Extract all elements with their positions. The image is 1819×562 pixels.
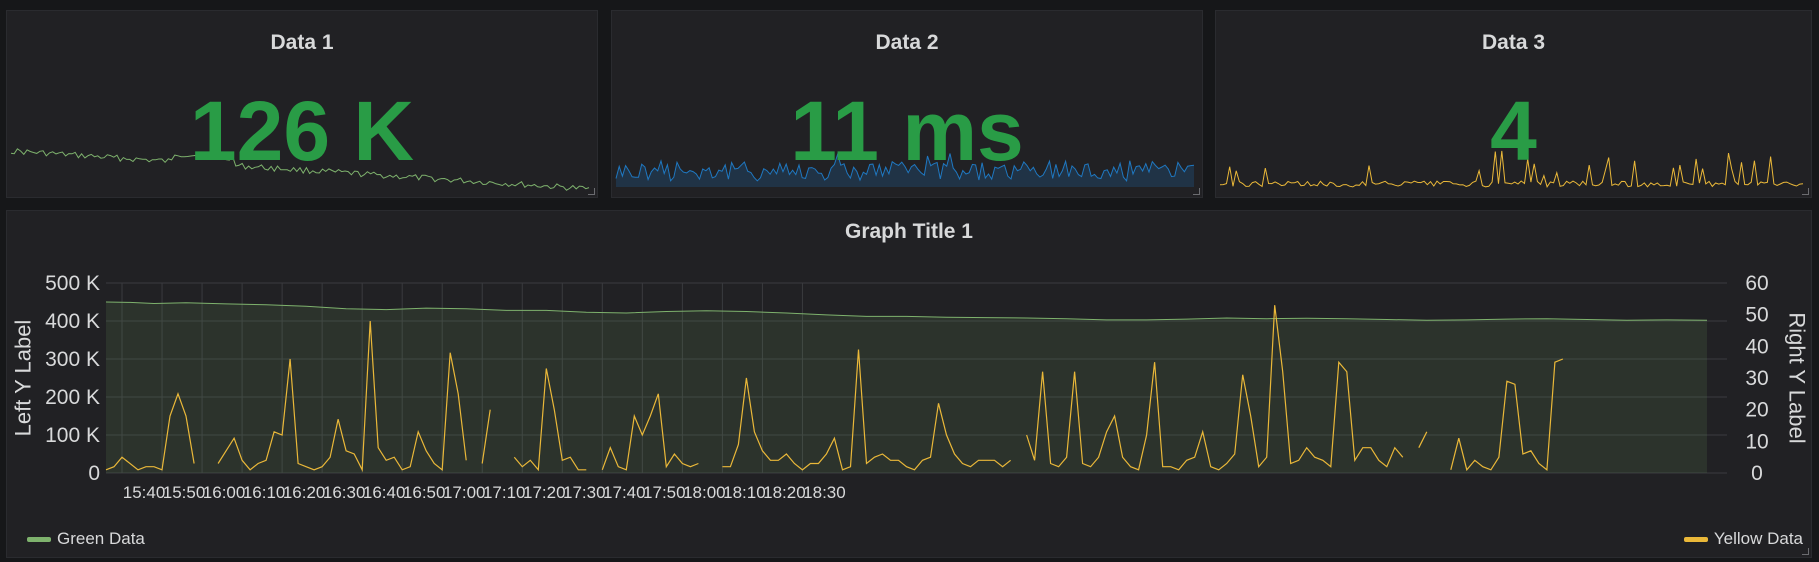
y-right-tick-label: 20 xyxy=(1745,399,1768,422)
x-tick-label: 16:20 xyxy=(283,483,326,502)
y-right-axis-label: Right Y Label xyxy=(1785,312,1810,443)
graph-panel[interactable]: Graph Title 1 0 100 K 200 K 300 K 400 K 500 K… xyxy=(6,210,1812,558)
x-tick-label: 18:00 xyxy=(683,483,726,502)
time-series-chart[interactable]: 0 100 K 200 K 300 K 400 K 500 K 0 10 20 30 40 50 60 1… xyxy=(7,211,1812,511)
x-tick-label: 17:10 xyxy=(483,483,526,502)
resize-handle[interactable] xyxy=(1802,548,1809,555)
y-left-axis-label: Left Y Label xyxy=(11,320,36,437)
y-right-tick-label: 50 xyxy=(1745,304,1768,327)
stat-value: 126 K xyxy=(189,84,415,178)
x-tick-label: 18:10 xyxy=(723,483,766,502)
y-left-tick-label: 500 K xyxy=(45,272,100,295)
legend-swatch xyxy=(27,536,51,542)
legend-item-yellow-data[interactable]: Yellow Data xyxy=(1683,529,1803,549)
x-tick-label: 15:40 xyxy=(123,483,166,502)
x-tick-label: 18:20 xyxy=(763,483,806,502)
legend-swatch xyxy=(1683,536,1708,542)
y-left-tick-label: 0 xyxy=(88,462,100,485)
stat-value: 4 xyxy=(1490,84,1537,178)
legend-item-green-data[interactable]: Green Data xyxy=(27,529,145,549)
x-tick-label: 15:50 xyxy=(163,483,206,502)
y-left-tick-label: 400 K xyxy=(45,310,100,333)
legend-label: Yellow Data xyxy=(1713,529,1803,548)
x-tick-label: 17:40 xyxy=(603,483,646,502)
y-right-tick-label: 10 xyxy=(1745,430,1768,453)
y-left-tick-label: 300 K xyxy=(45,348,100,371)
x-tick-label: 18:30 xyxy=(803,483,846,502)
stat-panel-data-2[interactable]: Data 2 11 ms xyxy=(611,10,1203,198)
x-tick-label: 17:50 xyxy=(643,483,686,502)
x-tick-label: 17:20 xyxy=(523,483,566,502)
x-tick-label: 16:30 xyxy=(323,483,366,502)
x-tick-label: 16:50 xyxy=(403,483,446,502)
x-tick-label: 17:00 xyxy=(443,483,486,502)
stat-panel-data-3[interactable]: Data 3 4 xyxy=(1215,10,1812,198)
y-right-tick-label: 60 xyxy=(1745,272,1768,295)
stat-panel-data-1[interactable]: Data 1 126 K xyxy=(6,10,598,198)
y-right-tick-label: 30 xyxy=(1745,367,1768,390)
y-right-tick-label: 0 xyxy=(1751,462,1763,485)
stat-value: 11 ms xyxy=(790,84,1024,178)
y-left-tick-label: 100 K xyxy=(45,424,100,447)
x-tick-label: 16:40 xyxy=(363,483,406,502)
legend-label: Green Data xyxy=(57,529,145,548)
series-green-data-area xyxy=(106,302,1707,473)
x-tick-label: 16:10 xyxy=(243,483,286,502)
x-tick-label: 16:00 xyxy=(203,483,246,502)
y-left-tick-label: 200 K xyxy=(45,386,100,409)
x-tick-label: 17:30 xyxy=(563,483,606,502)
y-right-tick-label: 40 xyxy=(1745,335,1768,358)
